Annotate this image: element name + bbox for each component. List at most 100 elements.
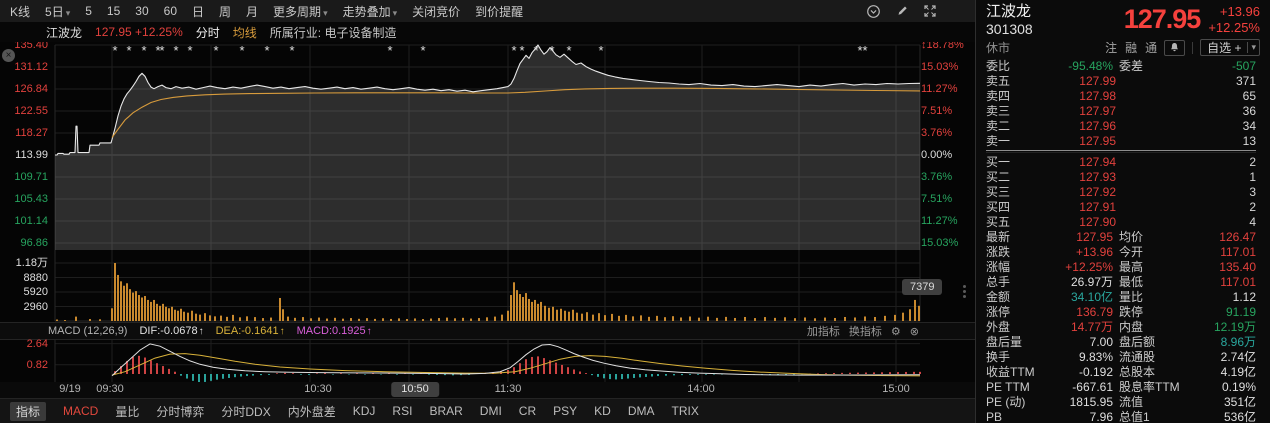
tab-DMA[interactable]: DMA	[628, 404, 655, 418]
tab-KDJ[interactable]: KDJ	[353, 404, 376, 418]
stock-name-label: 江波龙	[46, 25, 83, 40]
settings-gear-icon[interactable]: ⚙	[891, 325, 901, 338]
fullscreen-icon[interactable]	[923, 4, 937, 18]
alert-bell-icon[interactable]	[1164, 39, 1186, 56]
tab-BRAR[interactable]: BRAR	[429, 404, 462, 418]
percent-axis-label: ↕18.78%	[921, 42, 964, 51]
ask-volume: 65	[1242, 89, 1256, 103]
svg-text:*: *	[511, 43, 516, 58]
tab-量比[interactable]: 量比	[115, 403, 139, 420]
chart-column: K线 5日 ▾ 5 15 30 60 日周月更多周期 ▾ 走势叠加 ▾ 关闭竞价 到价提醒 江波龙 12…	[0, 0, 975, 423]
bid-price: 127.91	[1079, 200, 1116, 214]
tab-PSY[interactable]: PSY	[553, 404, 577, 418]
svg-text:*: *	[566, 43, 571, 58]
tab-RSI[interactable]: RSI	[392, 404, 412, 418]
percent-axis-label: 11.27%	[921, 215, 958, 227]
chart-type-label[interactable]: 分时	[196, 24, 220, 41]
stat-value: 8.96万	[1220, 335, 1256, 349]
ask-price: 127.98	[1079, 89, 1116, 103]
ask-label: 卖四	[986, 89, 1011, 103]
time-tick-9/19: 9/19	[59, 383, 81, 395]
toolbar-item-K线[interactable]: K线	[10, 3, 30, 20]
ask-price: 127.95	[1079, 134, 1116, 148]
toolbar-item-关闭竞价[interactable]: 关闭竞价	[412, 3, 460, 20]
toolbar-item-30[interactable]: 30	[135, 4, 148, 18]
toolbar-item-日[interactable]: 日	[192, 3, 204, 20]
bid-row: 买四 127.91 2	[986, 200, 1256, 215]
svg-text:*: *	[159, 43, 164, 58]
toolbar-item-走势叠加[interactable]: 走势叠加 ▾	[343, 3, 398, 20]
toolbar-item-更多周期[interactable]: 更多周期 ▾	[273, 3, 328, 20]
avg-line-toggle[interactable]: 均线	[233, 24, 257, 41]
stat-label: 最新	[986, 230, 1011, 244]
stat-row: 收益TTM -0.192 总股本 4.19亿	[986, 365, 1256, 380]
ask-row: 卖三 127.97 36	[986, 104, 1256, 119]
stat-row: PE (动) 1815.95 流值 351亿	[986, 395, 1256, 410]
price-block: 127.95 +13.96 +12.25%	[1124, 3, 1260, 38]
tab-KD[interactable]: KD	[594, 404, 611, 418]
price-axis-label: 101.14	[14, 215, 48, 227]
stat-label: 盘后额	[1119, 335, 1156, 349]
stat-value: 351亿	[1223, 395, 1256, 409]
toolbar-item-到价提醒[interactable]: 到价提醒	[475, 3, 523, 20]
draw-pen-icon[interactable]	[895, 4, 909, 18]
stat-value: 7.96	[1089, 410, 1113, 423]
percent-axis-label: 15.03%	[921, 237, 959, 249]
add-indicator-button[interactable]: 加指标	[807, 323, 840, 339]
stat-value: -0.192	[1078, 365, 1113, 379]
ask-price: 127.97	[1079, 104, 1116, 118]
stock-identity: 江波龙 301308	[986, 3, 1033, 38]
indicator-tabbar: 指标 MACD 量比 分时博弈 分时DDX 内外盘差 KDJ RSI BRAR DMI CR PSY K…	[0, 398, 975, 423]
svg-text:*: *	[549, 43, 554, 58]
stat-value: 4.19亿	[1220, 365, 1256, 379]
tab-TRIX[interactable]: TRIX	[671, 404, 698, 418]
stat-value: -667.61	[1072, 380, 1113, 394]
svg-text:*: *	[519, 43, 524, 58]
stat-value: 135.40	[1219, 260, 1256, 274]
stat-label: 流值	[1119, 395, 1144, 409]
percent-axis-label: 7.51%	[921, 105, 953, 117]
stat-row: 盘后量 7.00 盘后额 8.96万	[986, 335, 1256, 350]
close-indicator-icon[interactable]: ⊗	[910, 325, 919, 338]
stat-value: 34.10亿	[1070, 290, 1113, 304]
stat-label: 涨幅	[986, 260, 1011, 274]
tab-DMI[interactable]: DMI	[480, 404, 502, 418]
watchlist-dropdown-caret[interactable]: ▾	[1247, 42, 1259, 53]
switch-indicator-button[interactable]: 换指标	[849, 323, 882, 339]
percent-axis-label: 3.76%	[921, 127, 953, 139]
toolbar-item-15[interactable]: 15	[107, 4, 120, 18]
percent-axis-label: 15.03%	[921, 61, 959, 73]
market-status: 休市	[986, 41, 1011, 55]
stat-label: 最低	[1119, 275, 1144, 289]
svg-text:*: *	[141, 43, 146, 58]
tab-CR[interactable]: CR	[519, 404, 536, 418]
stock-trading-app: K线 5日 ▾ 5 15 30 60 日周月更多周期 ▾ 走势叠加 ▾ 关闭竞价 到价提醒 江波龙 12…	[0, 0, 1270, 423]
add-watchlist-button[interactable]: 自选 + ▾	[1200, 39, 1260, 56]
history-circle-icon[interactable]	[866, 4, 881, 19]
tab-MACD[interactable]: MACD	[63, 404, 98, 418]
bid-price: 127.93	[1079, 170, 1116, 184]
stat-value: 536亿	[1223, 410, 1256, 423]
toolbar-item-月[interactable]: 月	[246, 3, 258, 20]
toolbar-item-5日[interactable]: 5日 ▾	[45, 3, 70, 20]
chevron-down-icon: ▾	[65, 7, 71, 18]
toolbar-item-周[interactable]: 周	[219, 3, 231, 20]
tab-分时DDX[interactable]: 分时DDX	[221, 403, 270, 420]
order-imbalance-row: 委比 -95.48% 委差 -507	[986, 59, 1256, 74]
toolbar-item-5[interactable]: 5	[85, 4, 92, 18]
toolbar-item-60[interactable]: 60	[164, 4, 177, 18]
time-tick-09:30: 09:30	[96, 383, 124, 395]
tab-内外盘差[interactable]: 内外盘差	[288, 403, 336, 420]
stat-value: 7.00	[1089, 335, 1113, 349]
tab-分时博弈[interactable]: 分时博弈	[156, 403, 204, 420]
pane-resize-handle[interactable]	[963, 285, 966, 298]
stat-label: PB	[986, 410, 1003, 423]
indicator-menu-button[interactable]: 指标	[10, 401, 47, 421]
price-axis-label: 113.99	[15, 149, 48, 161]
indicator-controls: 加指标 换指标 ⚙ ⊗	[807, 323, 919, 339]
intraday-chart[interactable]: * * * * * * * * * * * * * * * * * * * * * × MACD (12,26,9) D…	[0, 42, 975, 382]
industry-label[interactable]: 所属行业: 电子设备制造	[270, 24, 397, 41]
price-axis-label: 96.86	[20, 237, 48, 249]
stat-value: 117.01	[1220, 275, 1256, 289]
stat-row: 总手 26.97万 最低 117.01	[986, 275, 1256, 290]
